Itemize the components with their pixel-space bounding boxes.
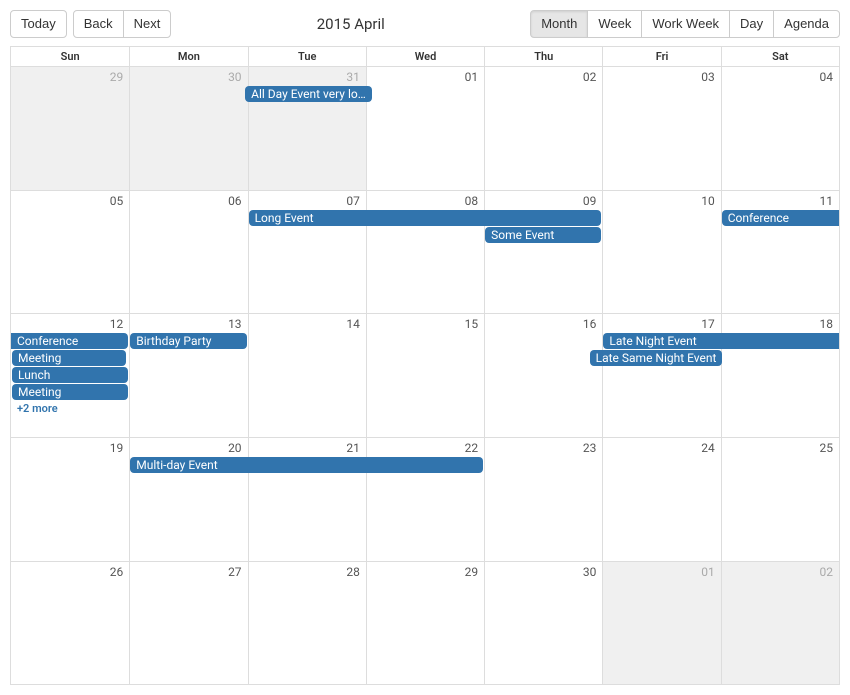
view-month-button[interactable]: Month [530,10,588,38]
date-number[interactable]: 24 [602,438,720,457]
date-number[interactable]: 26 [11,562,129,581]
day-header-mon: Mon [129,47,247,66]
date-number[interactable]: 10 [602,191,720,210]
date-number[interactable]: 06 [129,191,247,210]
day-header-fri: Fri [602,47,720,66]
date-number[interactable]: 03 [602,67,720,86]
date-number[interactable]: 04 [721,67,839,86]
event-multiday[interactable]: Multi-day Event [130,457,483,473]
day-header-wed: Wed [366,47,484,66]
date-number[interactable]: 11 [721,191,839,210]
event-birthday[interactable]: Birthday Party [130,333,246,349]
event-meeting[interactable]: Meeting [12,350,126,366]
event-allday[interactable]: All Day Event very lo… [245,86,372,102]
date-number[interactable]: 22 [366,438,484,457]
event-conference-cont[interactable]: Conference [11,333,128,349]
date-number[interactable]: 18 [721,314,839,333]
event-lunch[interactable]: Lunch [12,367,128,383]
back-button[interactable]: Back [73,10,124,38]
date-number[interactable]: 14 [248,314,366,333]
calendar-title: 2015 April [171,15,530,33]
date-number[interactable]: 17 [602,314,720,333]
weeks-container: 29 30 31 01 02 03 04 All Day Event very … [11,66,839,684]
date-number[interactable]: 29 [366,562,484,581]
calendar-grid: Sun Mon Tue Wed Thu Fri Sat 29 30 3 [10,46,840,685]
nav-button-group: Back Next [73,10,172,38]
view-button-group: Month Week Work Week Day Agenda [530,10,840,38]
date-number[interactable]: 20 [129,438,247,457]
week-row: 19 20 21 22 23 24 25 Multi-day Event [11,437,839,561]
date-number[interactable]: 15 [366,314,484,333]
date-number[interactable]: 16 [484,314,602,333]
date-number[interactable]: 13 [129,314,247,333]
date-number[interactable]: 01 [602,562,720,581]
date-number[interactable]: 05 [11,191,129,210]
event-latenight[interactable]: Late Night Event [603,333,839,349]
week-row: 29 30 31 01 02 03 04 All Day Event very … [11,66,839,190]
date-number[interactable]: 21 [248,438,366,457]
day-header-row: Sun Mon Tue Wed Thu Fri Sat [11,46,839,66]
date-number[interactable]: 07 [248,191,366,210]
date-number[interactable]: 08 [366,191,484,210]
view-day-button[interactable]: Day [729,10,774,38]
event-some[interactable]: Some Event [485,227,601,243]
week-row: 05 06 07 08 09 10 11 Long Event Conferen… [11,190,839,314]
event-latesame[interactable]: Late Same Night Event [590,350,723,366]
date-number[interactable]: 25 [721,438,839,457]
day-header-thu: Thu [484,47,602,66]
day-header-tue: Tue [248,47,366,66]
next-button[interactable]: Next [123,10,172,38]
date-number[interactable]: 30 [484,562,602,581]
date-number[interactable]: 12 [11,314,129,333]
event-conference[interactable]: Conference [722,210,839,226]
week-row: 12 13 14 15 16 17 18 Conference Birthday… [11,313,839,437]
date-number[interactable]: 09 [484,191,602,210]
date-number[interactable]: 29 [11,67,129,86]
calendar-toolbar: Today Back Next 2015 April Month Week Wo… [10,10,840,38]
date-number[interactable]: 30 [129,67,247,86]
view-workweek-button[interactable]: Work Week [641,10,730,38]
day-header-sun: Sun [11,47,129,66]
view-agenda-button[interactable]: Agenda [773,10,840,38]
event-long[interactable]: Long Event [249,210,602,226]
view-week-button[interactable]: Week [587,10,642,38]
date-number[interactable]: 01 [366,67,484,86]
date-number[interactable]: 28 [248,562,366,581]
date-number[interactable]: 02 [721,562,839,581]
date-number[interactable]: 23 [484,438,602,457]
show-more-link[interactable]: +2 more [11,401,129,416]
day-header-sat: Sat [721,47,839,66]
today-button[interactable]: Today [10,10,67,38]
date-number[interactable]: 19 [11,438,129,457]
date-number[interactable]: 02 [484,67,602,86]
event-meeting2[interactable]: Meeting [12,384,128,400]
week-row: 26 27 28 29 30 01 02 [11,561,839,685]
toolbar-left: Today Back Next [10,10,171,38]
date-number[interactable]: 31 [248,67,366,86]
date-number[interactable]: 27 [129,562,247,581]
